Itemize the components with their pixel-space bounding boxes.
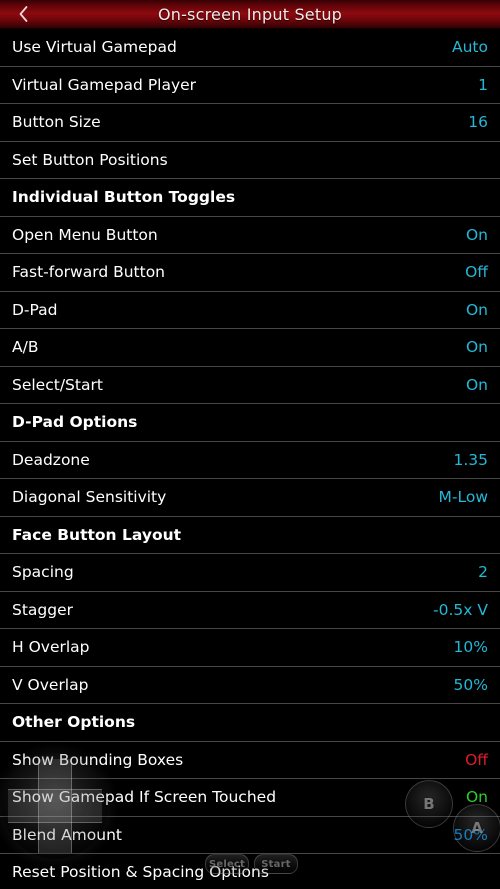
title-bar: On-screen Input Setup: [0, 0, 500, 29]
section-label: Other Options: [12, 713, 136, 732]
setting-label: D-Pad: [12, 300, 58, 319]
section-header-d-pad-options: D-Pad Options: [0, 404, 500, 442]
setting-row-h-overlap[interactable]: H Overlap 10%: [0, 629, 500, 667]
setting-value[interactable]: Off: [465, 751, 488, 769]
gamepad-button-start[interactable]: Start: [254, 854, 298, 874]
gamepad-button-select[interactable]: Select: [205, 854, 249, 874]
on-screen-input-setup-screen: On-screen Input Setup Use Virtual Gamepa…: [0, 0, 500, 889]
gamepad-button-b[interactable]: B: [405, 780, 453, 828]
setting-row-d-pad[interactable]: D-Pad On: [0, 292, 500, 329]
setting-row-use-virtual-gamepad[interactable]: Use Virtual Gamepad Auto: [0, 29, 500, 67]
setting-label: A/B: [12, 338, 39, 357]
setting-label: Open Menu Button: [12, 225, 158, 244]
section-header-other-options: Other Options: [0, 704, 500, 742]
setting-row-spacing[interactable]: Spacing 2: [0, 554, 500, 592]
setting-label: Select/Start: [12, 375, 103, 394]
section-label: D-Pad Options: [12, 413, 138, 432]
setting-row-virtual-gamepad-player[interactable]: Virtual Gamepad Player 1: [0, 67, 500, 104]
setting-value[interactable]: Auto: [452, 38, 488, 56]
setting-value[interactable]: On: [466, 376, 488, 394]
section-header-individual-button-toggles: Individual Button Toggles: [0, 179, 500, 217]
setting-value[interactable]: On: [466, 301, 488, 319]
setting-row-button-size[interactable]: Button Size 16: [0, 104, 500, 142]
setting-value[interactable]: Off: [465, 263, 488, 281]
setting-row-v-overlap[interactable]: V Overlap 50%: [0, 667, 500, 704]
setting-label: Stagger: [12, 600, 74, 619]
d-pad[interactable]: [2, 753, 108, 859]
setting-label: H Overlap: [12, 638, 90, 657]
setting-value[interactable]: 1: [478, 76, 488, 94]
setting-value[interactable]: 16: [468, 113, 488, 131]
setting-row-open-menu-button[interactable]: Open Menu Button On: [0, 217, 500, 254]
setting-row-a-b[interactable]: A/B On: [0, 329, 500, 367]
page-title: On-screen Input Setup: [157, 4, 343, 24]
setting-label: Diagonal Sensitivity: [12, 488, 167, 507]
setting-value[interactable]: 2: [478, 563, 488, 581]
gamepad-button-a[interactable]: A: [453, 804, 500, 852]
setting-value[interactable]: M-Low: [439, 488, 489, 506]
setting-label: Use Virtual Gamepad: [12, 38, 177, 57]
setting-row-diagonal-sensitivity[interactable]: Diagonal Sensitivity M-Low: [0, 479, 500, 517]
setting-value[interactable]: On: [466, 338, 488, 356]
setting-value[interactable]: 10%: [454, 638, 488, 656]
setting-value[interactable]: 50%: [454, 676, 488, 694]
setting-row-reset-position-spacing-options[interactable]: Reset Position & Spacing Options: [0, 854, 500, 889]
setting-row-fast-forward-button[interactable]: Fast-forward Button Off: [0, 254, 500, 292]
setting-row-set-button-positions[interactable]: Set Button Positions: [0, 142, 500, 179]
setting-value[interactable]: On: [466, 226, 488, 244]
setting-label: V Overlap: [12, 675, 89, 694]
section-header-face-button-layout: Face Button Layout: [0, 517, 500, 554]
gamepad-button-select-label: Select: [208, 858, 246, 870]
setting-value[interactable]: 1.35: [453, 451, 488, 469]
d-pad-horizontal-arm: [8, 789, 102, 823]
gamepad-button-b-label: B: [423, 795, 435, 813]
setting-label: Spacing: [12, 563, 74, 582]
gamepad-button-start-label: Start: [261, 858, 291, 870]
gamepad-button-a-label: A: [471, 819, 483, 837]
setting-label: Deadzone: [12, 450, 90, 469]
setting-label: Virtual Gamepad Player: [12, 75, 197, 94]
section-label: Individual Button Toggles: [12, 188, 236, 207]
section-label: Face Button Layout: [12, 525, 182, 544]
chevron-left-icon: [18, 5, 29, 23]
setting-label: Button Size: [12, 113, 101, 132]
back-button[interactable]: [10, 0, 36, 28]
setting-value[interactable]: -0.5x V: [433, 601, 488, 619]
setting-row-select-start[interactable]: Select/Start On: [0, 367, 500, 404]
setting-row-deadzone[interactable]: Deadzone 1.35: [0, 442, 500, 479]
setting-row-stagger[interactable]: Stagger -0.5x V: [0, 592, 500, 629]
setting-label: Set Button Positions: [12, 150, 168, 169]
setting-label: Fast-forward Button: [12, 263, 166, 282]
